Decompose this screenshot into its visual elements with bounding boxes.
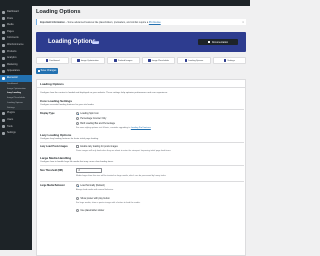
comment-icon	[2, 37, 5, 40]
hero-banner: Loading Options v1.0 Documentation	[36, 32, 246, 52]
section-title-lazy: Lazy Loading Options	[40, 133, 71, 137]
sidebar-item-tools[interactable]: Tools	[0, 124, 32, 131]
checkbox-icon[interactable]	[76, 145, 79, 148]
lazy-load-label: Lazy Load Posts Images	[40, 145, 68, 148]
dismiss-icon[interactable]: ×	[242, 20, 244, 24]
placeholder-icon	[148, 59, 151, 62]
tab-image-optimization[interactable]: Image Optimization	[71, 57, 104, 64]
settings-panel: Loading Options Configure how the conten…	[36, 79, 246, 256]
notice-text: – Some advanced features like placeholde…	[66, 21, 149, 24]
tab-dashboard[interactable]: Dashboard	[36, 57, 69, 64]
sidebar-item-products[interactable]: Products	[0, 49, 32, 56]
size-threshold-help: Media larger than this size will be trea…	[76, 175, 166, 177]
sidebar-item-media[interactable]: Media	[0, 22, 32, 29]
brush-icon	[2, 70, 5, 73]
page-icon	[2, 31, 5, 34]
gear-icon	[224, 59, 227, 62]
notice-link[interactable]: Pro license	[149, 21, 161, 24]
sidebar-item-plugin[interactable]: Elementor	[0, 75, 32, 82]
version-badge: v1.0	[92, 41, 99, 44]
dashboard-icon	[2, 11, 5, 14]
sidebar-item-settings[interactable]: Settings	[0, 130, 32, 137]
documentation-button[interactable]: Documentation	[198, 39, 238, 45]
radio-icon[interactable]	[76, 117, 79, 120]
lazy-load-help: Posts images will only load when they ar…	[76, 150, 171, 152]
display-help: For more styling options visit Vitonic, …	[76, 127, 151, 129]
dashboard-icon	[46, 59, 49, 62]
save-label: Save Changes	[41, 69, 57, 72]
panel-intro: Configure how the content is loaded and …	[40, 92, 168, 94]
image-icon	[77, 59, 80, 62]
radio-icon[interactable]	[76, 184, 79, 187]
section-title-core: Core Loading Settings	[40, 99, 72, 103]
save-button[interactable]: Save Changes	[36, 68, 58, 74]
main-content: Loading Options Important Information – …	[32, 6, 250, 250]
woocommerce-icon	[2, 44, 5, 47]
plugin-icon	[2, 77, 5, 80]
radio-icon[interactable]	[76, 209, 79, 212]
radio-icon[interactable]	[76, 122, 79, 125]
upgrade-link[interactable]: Loading Pro Features	[131, 127, 151, 129]
info-notice: Important Information – Some advanced fe…	[36, 19, 246, 25]
tab-settings[interactable]: Settings	[213, 57, 246, 64]
sidebar-item-comments[interactable]: Comments	[0, 35, 32, 42]
sidebar-item-woocommerce[interactable]: WooCommerce	[0, 42, 32, 49]
radio-icon[interactable]	[76, 197, 79, 200]
save-icon	[38, 70, 40, 72]
behavior-option-placeholder[interactable]: Use placeholder sticker	[76, 209, 104, 212]
section-title-media: Large Media Handling	[40, 156, 71, 160]
user-icon	[2, 119, 5, 122]
panel-header: Loading Options	[37, 80, 245, 88]
behavior-help-normal: Always load media with normal behavior.	[76, 189, 114, 191]
preload-icon	[114, 59, 117, 62]
radio-icon[interactable]	[76, 112, 79, 115]
display-option-both[interactable]: Both Loading Bar and Percentage	[76, 122, 115, 125]
megaphone-icon	[2, 64, 5, 67]
sidebar-item-dashboard[interactable]: Dashboard	[0, 9, 32, 16]
size-threshold-input[interactable]: 2	[76, 168, 102, 173]
page-title: Loading Options	[36, 9, 80, 15]
document-icon	[208, 41, 211, 44]
tab-preload-images[interactable]: Preload Images	[107, 57, 140, 64]
behavior-option-normal[interactable]: Load Normally (Default)	[76, 184, 105, 187]
plug-icon	[2, 112, 5, 115]
sidebar-item-posts[interactable]: Posts	[0, 16, 32, 23]
sidebar-item-plugins[interactable]: Plugins	[0, 110, 32, 117]
display-type-label: Display Type	[40, 112, 55, 115]
section-desc-core: Configure essential loading features for…	[40, 104, 94, 106]
tab-image-placeholder[interactable]: Image Placeholder	[142, 57, 175, 64]
notice-bold: Important Information	[40, 21, 65, 24]
sidebar-item-users[interactable]: Users	[0, 117, 32, 124]
tab-loading-spinner[interactable]: Loading Spinner	[177, 57, 210, 64]
hero-title: Loading Options	[48, 39, 96, 45]
lazy-load-checkbox[interactable]: Enable lazy loading for posts images	[76, 145, 118, 148]
sidebar-item-pages[interactable]: Pages	[0, 29, 32, 36]
media-icon	[2, 24, 5, 27]
section-desc-media: Configure how to handle large file media…	[40, 161, 114, 163]
tab-bar: Dashboard Image Optimization Preload Ima…	[36, 57, 246, 64]
sidebar-item-marketing[interactable]: Marketing	[0, 62, 32, 69]
product-icon	[2, 50, 5, 53]
size-threshold-label: Size Threshold (MB)	[40, 169, 63, 172]
section-desc-lazy: Configure lazy loading features for fast…	[40, 138, 99, 140]
admin-sidebar: Dashboard Posts Media Pages Comments Woo…	[0, 6, 32, 250]
behavior-option-poster[interactable]: Show poster with play button	[76, 197, 110, 200]
display-option-spin[interactable]: Loading Spin Icon	[76, 112, 99, 115]
wrench-icon	[2, 125, 5, 128]
spinner-icon	[185, 59, 188, 62]
chart-icon	[2, 57, 5, 60]
documentation-label: Documentation	[212, 41, 228, 44]
sidebar-item-analytics[interactable]: Analytics	[0, 55, 32, 62]
display-option-percentage[interactable]: Percentage Counter Only	[76, 117, 106, 120]
sidebar-item-appearance[interactable]: Appearance	[0, 68, 32, 75]
large-media-behavior-label: Large Media Behavior	[40, 184, 65, 187]
pin-icon	[2, 17, 5, 20]
behavior-help-poster: For large media, show a poster image wit…	[76, 202, 140, 204]
settings-icon	[2, 132, 5, 135]
